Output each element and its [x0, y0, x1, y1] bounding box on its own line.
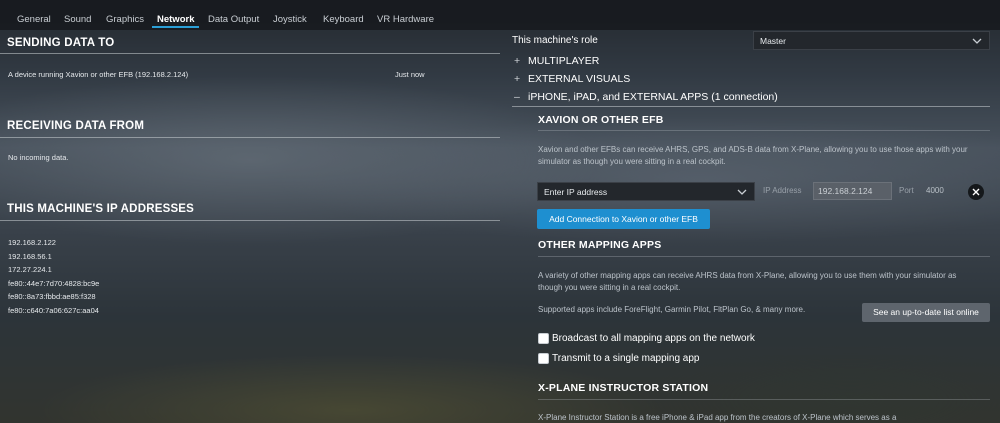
- section-divider: [538, 130, 990, 131]
- machine-role-select[interactable]: Master: [753, 31, 990, 50]
- transmit-checkbox[interactable]: [538, 353, 549, 364]
- tab-vr-hardware[interactable]: VR Hardware: [377, 14, 434, 25]
- tab-graphics[interactable]: Graphics: [106, 14, 144, 25]
- section-divider: [512, 106, 990, 107]
- add-connection-button[interactable]: Add Connection to Xavion or other EFB: [537, 209, 710, 229]
- transmit-label: Transmit to a single mapping app: [552, 353, 700, 364]
- chevron-down-icon: [737, 189, 747, 195]
- ip-address: 192.168.56.1: [8, 251, 52, 261]
- tab-bar: General Sound Graphics Network Data Outp…: [0, 0, 1000, 30]
- section-label: EXTERNAL VISUALS: [528, 73, 631, 85]
- sending-device: A device running Xavion or other EFB (19…: [8, 70, 189, 79]
- tab-keyboard[interactable]: Keyboard: [323, 14, 364, 25]
- section-divider: [0, 137, 500, 138]
- section-divider: [538, 256, 990, 257]
- ip-address: 192.168.2.122: [8, 238, 56, 247]
- transmit-option[interactable]: Transmit to a single mapping app: [538, 353, 700, 364]
- section-label: MULTIPLAYER: [528, 55, 600, 67]
- section-divider: [0, 220, 500, 221]
- remove-connection-button[interactable]: [968, 184, 984, 200]
- tab-sound[interactable]: Sound: [64, 14, 91, 25]
- collapse-external-apps[interactable]: – iPHONE, iPAD, and EXTERNAL APPS (1 conn…: [514, 91, 778, 103]
- instructor-station-description: X-Plane Instructor Station is a free iPh…: [538, 413, 897, 422]
- broadcast-checkbox[interactable]: [538, 333, 549, 344]
- ip-address: 172.27.224.1: [8, 265, 52, 274]
- xavion-description: Xavion and other EFBs can receive AHRS, …: [538, 145, 968, 166]
- machine-role-value: Master: [760, 36, 786, 46]
- sending-data-heading: SENDING DATA TO: [7, 37, 115, 49]
- mapping-apps-heading: OTHER MAPPING APPS: [538, 239, 662, 251]
- ip-addresses-heading: THIS MACHINE'S IP ADDRESSES: [7, 203, 195, 215]
- plus-icon: +: [514, 73, 521, 85]
- ip-address-select[interactable]: Enter IP address: [537, 182, 755, 201]
- see-list-online-button[interactable]: See an up-to-date list online: [862, 303, 990, 322]
- ip-address: fe80::44e7:7d70:4828:bc9e: [8, 278, 100, 288]
- ip-address-input[interactable]: 192.168.2.124: [813, 182, 892, 200]
- supported-apps-text: Supported apps include ForeFlight, Garmi…: [538, 305, 806, 314]
- expand-external-visuals[interactable]: + EXTERNAL VISUALS: [514, 73, 630, 85]
- expand-multiplayer[interactable]: + MULTIPLAYER: [514, 55, 599, 67]
- tab-joystick[interactable]: Joystick: [273, 14, 307, 25]
- chevron-down-icon: [972, 38, 982, 44]
- mapping-apps-description: A variety of other mapping apps can rece…: [538, 271, 957, 292]
- machine-role-label: This machine's role: [512, 35, 598, 46]
- ip-address: fe80::c640:7a06:627c:aa04: [8, 305, 99, 315]
- sending-time: Just now: [395, 70, 425, 79]
- section-label: iPHONE, iPAD, and EXTERNAL APPS (1 conne…: [528, 91, 778, 103]
- ip-address-list: 192.168.2.122 192.168.56.1 172.27.224.1 …: [8, 236, 99, 317]
- broadcast-option[interactable]: Broadcast to all mapping apps on the net…: [538, 333, 755, 344]
- instructor-station-heading: X-PLANE INSTRUCTOR STATION: [538, 382, 709, 394]
- ip-select-value: Enter IP address: [544, 187, 608, 197]
- port-label: Port: [899, 186, 914, 195]
- broadcast-label: Broadcast to all mapping apps on the net…: [552, 333, 755, 344]
- xavion-heading: XAVION OR OTHER EFB: [538, 114, 664, 126]
- plus-icon: +: [514, 55, 521, 67]
- ip-address-label: IP Address: [763, 186, 802, 195]
- active-tab-indicator: [152, 26, 199, 28]
- close-icon: [972, 188, 980, 196]
- port-value[interactable]: 4000: [926, 186, 944, 195]
- receiving-data-heading: RECEIVING DATA FROM: [7, 120, 145, 132]
- tab-network[interactable]: Network: [157, 14, 194, 25]
- section-divider: [538, 399, 990, 400]
- ip-address: fe80::8a73:fbbd:ae85:f328: [8, 292, 96, 301]
- no-incoming-data: No incoming data.: [8, 153, 69, 162]
- tab-data-output[interactable]: Data Output: [208, 14, 259, 25]
- section-divider: [0, 53, 500, 54]
- tab-general[interactable]: General: [17, 14, 51, 25]
- minus-icon: –: [514, 91, 520, 103]
